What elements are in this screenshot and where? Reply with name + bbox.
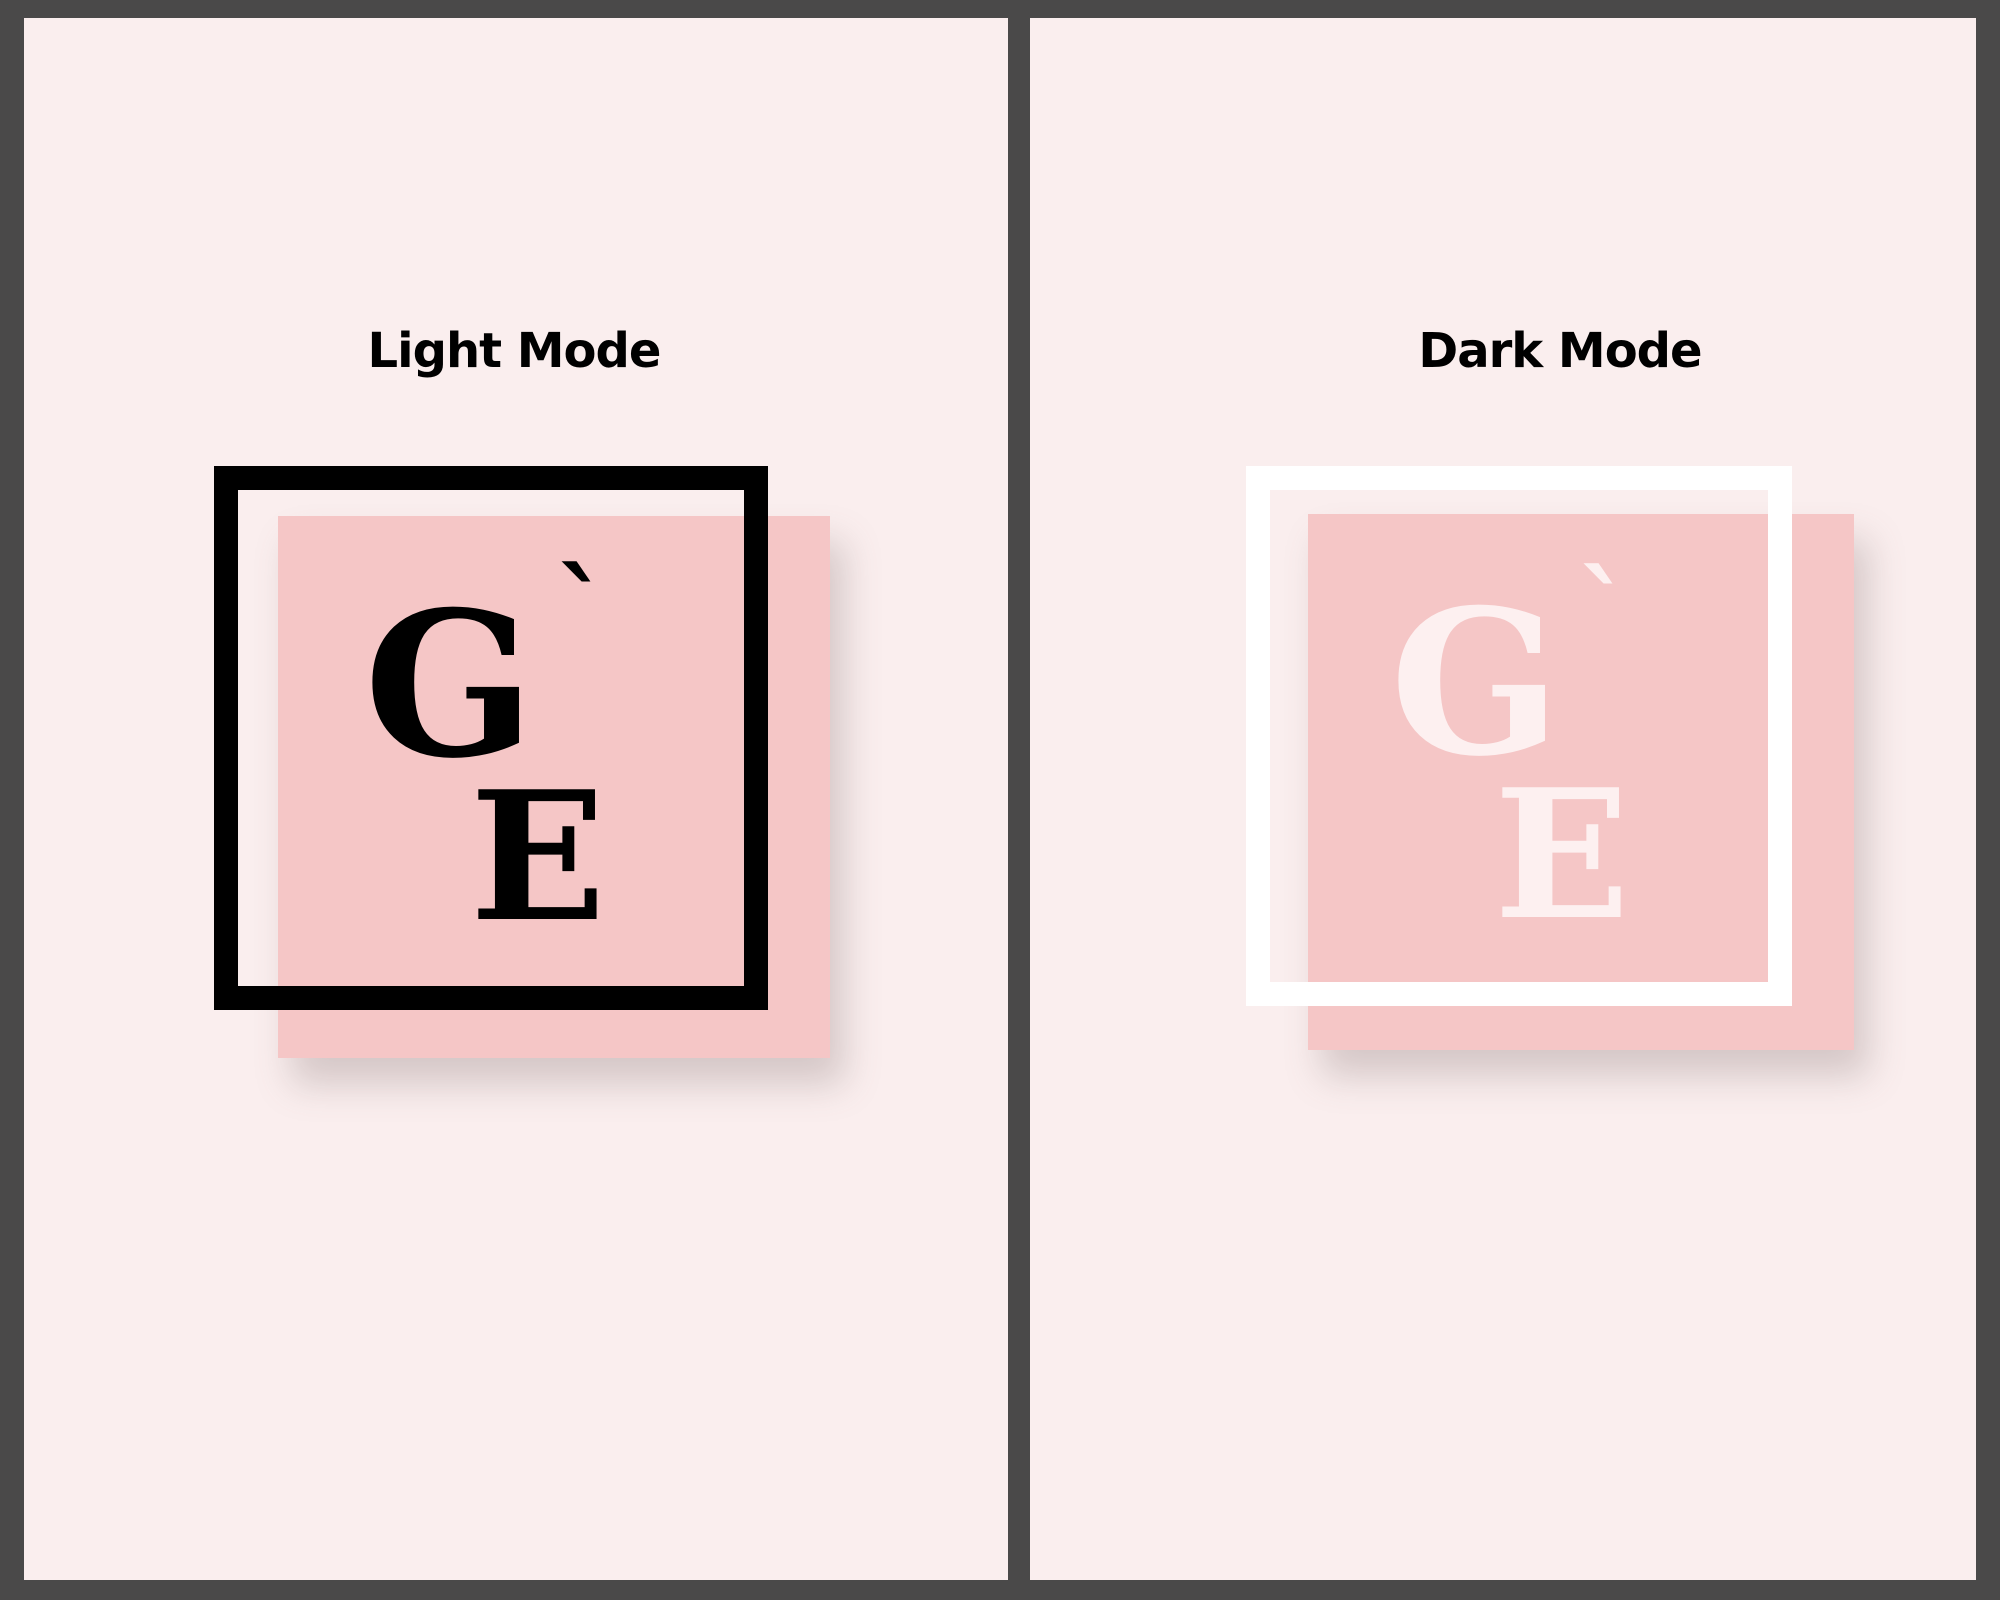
logo-letter-e: E xyxy=(470,752,606,961)
comparison-frame: Light Mode G ` E Dark Mode G ` E xyxy=(0,0,2000,1600)
dark-mode-logo: G ` E xyxy=(1246,466,1886,1106)
dark-mode-panel: Dark Mode G ` E xyxy=(1030,18,1976,1580)
logo-letter-e: E xyxy=(1494,750,1630,959)
light-mode-panel: Light Mode G ` E xyxy=(24,18,1008,1580)
dark-mode-title: Dark Mode xyxy=(1418,323,1702,379)
light-mode-logo: G ` E xyxy=(214,466,830,1086)
logo-grave-accent: ` xyxy=(554,546,609,675)
logo-grave-accent: ` xyxy=(1576,548,1631,677)
light-mode-title: Light Mode xyxy=(367,323,662,379)
